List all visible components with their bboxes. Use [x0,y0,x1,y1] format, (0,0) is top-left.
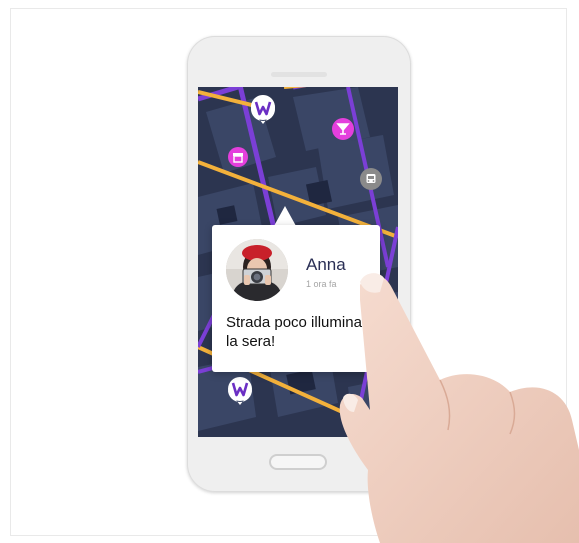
popup-pointer [274,206,296,226]
user-name[interactable]: Anna [306,255,346,275]
bus-marker[interactable] [360,168,382,190]
report-popup[interactable]: Anna 1 ora fa Strada poco illuminata la … [212,225,380,372]
home-button[interactable] [269,454,327,470]
cocktail-marker[interactable] [332,118,354,140]
report-message: Strada poco illuminata la sera! [226,314,375,350]
phone-earpiece [271,72,327,77]
avatar-photo [226,239,288,301]
post-time: 1 ora fa [306,279,337,289]
bus-icon [366,174,376,183]
shop-marker[interactable] [228,147,248,167]
avatar[interactable] [226,239,288,301]
